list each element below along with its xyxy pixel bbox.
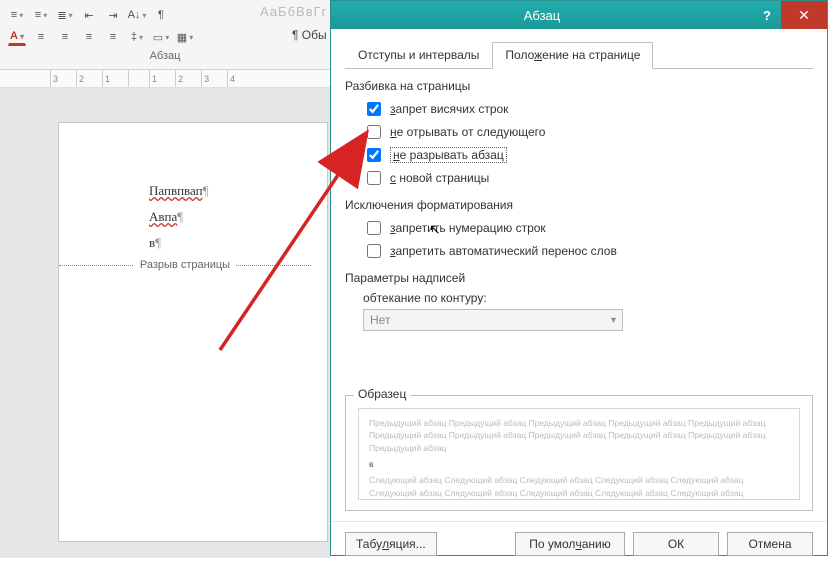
- section-pagination-title: Разбивка на страницы: [345, 79, 813, 93]
- font-color-icon[interactable]: A: [8, 28, 26, 46]
- ribbon-paragraph-group: ≡ ≡ ≣ ⇤ ⇥ A↓ ¶ A ≡ ≡ ≡ ≡ ‡ ▭ ▦ Абзац АаБ…: [0, 0, 330, 70]
- checkbox-suppress-hyphen[interactable]: [367, 244, 381, 258]
- opt-keep-with-next[interactable]: не отрывать от следующего: [363, 122, 813, 142]
- wrap-select[interactable]: Нет ▾: [363, 309, 623, 331]
- checkbox-widow[interactable]: [367, 102, 381, 116]
- preview-groupbox: Образец Предыдущий абзац Предыдущий абза…: [345, 395, 813, 511]
- align-center-icon[interactable]: ≡: [56, 28, 74, 46]
- borders-icon[interactable]: ▦: [176, 28, 194, 46]
- checkbox-keep-together[interactable]: [367, 148, 381, 162]
- page-break-indicator: Разрыв страницы: [59, 265, 311, 280]
- preview-content: Предыдущий абзац Предыдущий абзац Предыд…: [358, 408, 800, 500]
- styles-gallery-blur: АаБбВвГг АаБбВвГг: [260, 4, 330, 19]
- preview-label: Образец: [354, 387, 410, 401]
- align-left-icon[interactable]: ≡: [32, 28, 50, 46]
- default-button[interactable]: По умолчанию: [515, 532, 625, 556]
- tab-position[interactable]: Положение на странице: [492, 42, 653, 69]
- doc-line-2[interactable]: Авпа¶: [149, 209, 311, 225]
- dialog-tabs: Отступы и интервалы Положение на страниц…: [345, 41, 813, 69]
- section-formatting-exceptions-title: Исключения форматирования: [345, 198, 813, 212]
- dialog-title: Абзац: [331, 8, 753, 23]
- checkbox-suppress-line[interactable]: [367, 221, 381, 235]
- doc-line-1[interactable]: Папвпвап¶: [149, 183, 311, 199]
- shading-icon[interactable]: ▭: [152, 28, 170, 46]
- tab-indents[interactable]: Отступы и интервалы: [345, 42, 492, 69]
- opt-widow-control[interactable]: запрет висячих строк: [363, 99, 813, 119]
- opt-suppress-line-numbers[interactable]: запретить нумерацию строк ↖: [363, 218, 813, 238]
- close-icon: ✕: [798, 7, 810, 24]
- decrease-indent-icon[interactable]: ⇤: [80, 6, 98, 24]
- dialog-button-row: Табуляция... По умолчанию ОК Отмена: [331, 521, 827, 566]
- ribbon-normal-style: ¶ Обы: [292, 28, 327, 42]
- wrap-select-value: Нет: [370, 313, 390, 327]
- paragraph-dialog: Абзац ? ✕ Отступы и интервалы Положение …: [330, 0, 828, 556]
- increase-indent-icon[interactable]: ⇥: [104, 6, 122, 24]
- help-button[interactable]: ?: [753, 1, 781, 29]
- document-area: Папвпвап¶ Авпа¶ в¶ Разрыв страницы: [0, 88, 330, 558]
- checkbox-page-before[interactable]: [367, 171, 381, 185]
- tabs-button[interactable]: Табуляция...: [345, 532, 437, 556]
- ribbon-group-label: Абзац: [8, 50, 322, 62]
- wrap-label: обтекание по контуру:: [345, 291, 813, 305]
- doc-line-3[interactable]: в¶: [149, 235, 311, 251]
- checkbox-keep-next[interactable]: [367, 125, 381, 139]
- numbering-icon[interactable]: ≡: [32, 6, 50, 24]
- dialog-titlebar[interactable]: Абзац ? ✕: [331, 1, 827, 29]
- close-button[interactable]: ✕: [781, 1, 827, 29]
- line-spacing-icon[interactable]: ‡: [128, 28, 146, 46]
- bullets-icon[interactable]: ≡: [8, 6, 26, 24]
- justify-icon[interactable]: ≡: [104, 28, 122, 46]
- opt-page-break-before[interactable]: с новой страницы: [363, 168, 813, 188]
- ok-button[interactable]: ОК: [633, 532, 719, 556]
- horizontal-ruler[interactable]: 3 2 1 1 2 3 4: [0, 70, 330, 88]
- chevron-down-icon: ▾: [611, 315, 616, 326]
- section-textbox-title: Параметры надписей: [345, 271, 813, 285]
- opt-keep-lines-together[interactable]: не разрывать абзац: [363, 145, 813, 165]
- opt-suppress-hyphenation[interactable]: запретить автоматический перенос слов: [363, 241, 813, 261]
- multilevel-icon[interactable]: ≣: [56, 6, 74, 24]
- align-right-icon[interactable]: ≡: [80, 28, 98, 46]
- cancel-button[interactable]: Отмена: [727, 532, 813, 556]
- show-pilcrow-icon[interactable]: ¶: [152, 6, 170, 24]
- sort-icon[interactable]: A↓: [128, 6, 146, 24]
- document-page[interactable]: Папвпвап¶ Авпа¶ в¶ Разрыв страницы: [58, 122, 328, 542]
